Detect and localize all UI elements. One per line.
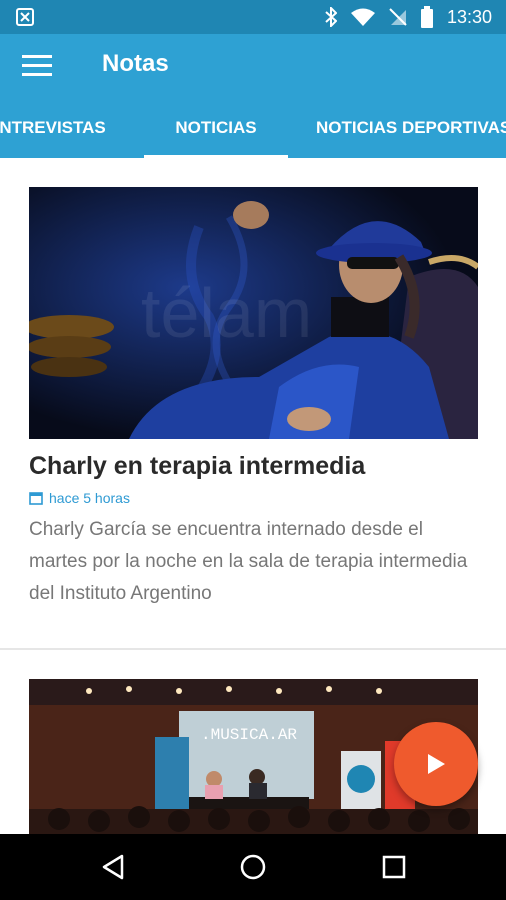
- play-icon: [428, 754, 445, 774]
- image-watermark: télam: [141, 274, 312, 352]
- calendar-icon: [29, 492, 43, 505]
- tab-entrevistas[interactable]: ENTREVISTAS: [0, 98, 106, 158]
- app-bar: Notas: [0, 34, 506, 98]
- recents-icon[interactable]: [379, 852, 409, 882]
- hamburger-menu-icon[interactable]: [22, 52, 52, 80]
- back-icon[interactable]: [98, 852, 128, 882]
- tab-bar: ENTREVISTAS NOTICIAS NOTICIAS DEPORTIVAS: [0, 98, 506, 158]
- tab-noticias[interactable]: NOTICIAS: [144, 98, 288, 158]
- page-title: Notas: [102, 50, 169, 77]
- divider: [0, 648, 506, 650]
- article-time: hace 5 horas: [49, 490, 130, 506]
- system-nav-bar: [0, 834, 506, 900]
- article-meta: hace 5 horas: [29, 490, 130, 506]
- article-image[interactable]: télam: [29, 187, 478, 439]
- no-sim-icon: [389, 8, 407, 26]
- status-time: 13:30: [446, 6, 492, 27]
- play-button[interactable]: [394, 722, 478, 806]
- screen-text: .MUSICA.AR: [201, 726, 297, 744]
- tab-noticias-deportivas[interactable]: NOTICIAS DEPORTIVAS: [316, 98, 506, 158]
- bluetooth-icon: [325, 7, 337, 27]
- article-summary: Charly García se encuentra internado des…: [29, 519, 468, 604]
- article-card[interactable]: télam Charly en terapia intermedia hace …: [0, 158, 506, 648]
- home-icon[interactable]: [238, 852, 268, 882]
- article-headline[interactable]: Charly en terapia intermedia: [29, 452, 365, 481]
- status-bar: 13:30: [0, 0, 506, 34]
- wifi-icon: [350, 8, 375, 26]
- notification-icon: [16, 8, 34, 26]
- battery-icon: [420, 6, 433, 28]
